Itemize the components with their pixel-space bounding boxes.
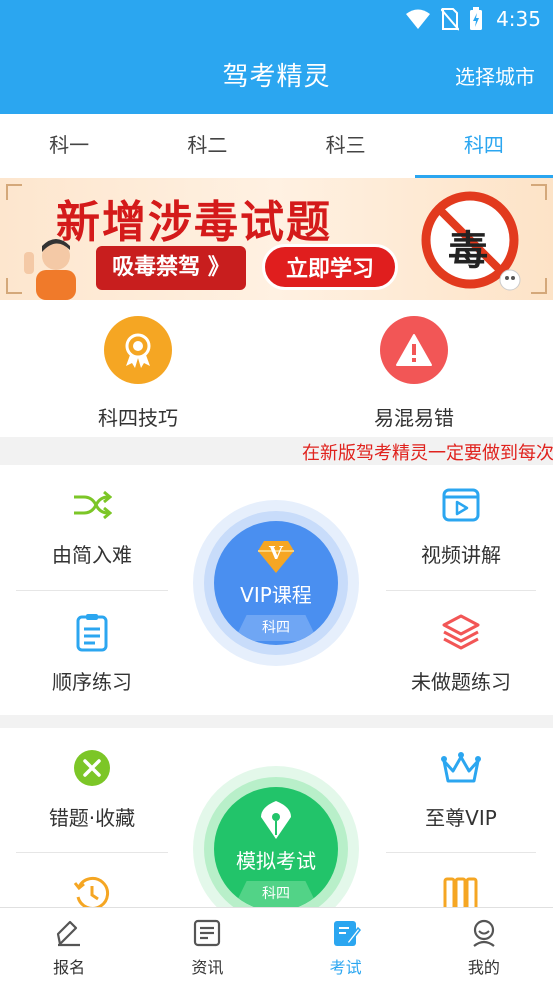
history-icon xyxy=(73,876,110,907)
status-bar: 4:35 xyxy=(0,0,553,38)
vip-course-sub: 科四 xyxy=(234,615,318,641)
banner-corner xyxy=(531,278,547,294)
vip-ring: V VIP课程 科四 xyxy=(204,511,348,655)
crown-icon xyxy=(441,752,481,783)
tip-circle xyxy=(104,316,172,384)
tip-item-confusing[interactable]: 易混易错 xyxy=(334,316,494,431)
easy-to-hard-item[interactable]: 由简入难 xyxy=(12,485,172,568)
video-icon xyxy=(442,488,480,522)
item-label: 错题·收藏 xyxy=(48,806,136,830)
tip-label: 科四技巧 xyxy=(98,406,178,430)
history-item[interactable] xyxy=(12,874,172,907)
promo-banner[interactable]: 新增涉毒试题 吸毒禁驾 》 立即学习 毒 xyxy=(0,178,553,300)
user-icon xyxy=(473,919,495,947)
banner-tag: 吸毒禁驾 》 xyxy=(96,246,246,290)
exam-core: 模拟考试 科四 xyxy=(214,787,338,907)
vip-badge-text: V xyxy=(269,543,283,564)
tips-section: 科四技巧 易混易错 xyxy=(0,300,553,437)
tab-subject-2[interactable]: 科二 xyxy=(138,114,276,178)
books-icon xyxy=(443,877,478,907)
person-illustration-icon xyxy=(24,239,76,300)
supreme-vip-item[interactable]: 至尊VIP xyxy=(381,748,541,831)
vip-course-label: VIP课程 xyxy=(240,583,312,607)
vip-course-button[interactable]: V VIP课程 科四 xyxy=(193,500,359,666)
nav-item-register[interactable]: 报名 xyxy=(0,908,138,984)
tip-label: 易混易错 xyxy=(374,406,454,430)
battery-charging-icon xyxy=(470,7,482,30)
item-label: 至尊VIP xyxy=(425,806,497,830)
practice-card: 由简入难 顺序练习 视频讲解 未做题练习 V VIP课程 科四 xyxy=(0,465,553,715)
warning-icon xyxy=(396,334,432,366)
pen-nib-icon xyxy=(261,801,291,839)
nav-label: 我的 xyxy=(467,958,500,977)
clipboard-icon xyxy=(76,614,108,652)
learn-now-button[interactable]: 立即学习 xyxy=(262,244,398,290)
item-label: 顺序练习 xyxy=(52,670,132,694)
mock-exam-button[interactable]: 模拟考试 科四 xyxy=(193,766,359,907)
bottom-nav: 报名 资讯 考试 我的 xyxy=(0,907,553,984)
exam-ring: 模拟考试 科四 xyxy=(204,777,348,907)
banner-corner xyxy=(531,184,547,200)
notice-marquee[interactable]: 在新版驾考精灵一定要做到每次 xyxy=(0,437,553,465)
notice-text: 在新版驾考精灵一定要做到每次 xyxy=(302,443,553,464)
banner-title: 新增涉毒试题 xyxy=(56,197,332,248)
app-header: 驾考精灵 选择城市 xyxy=(0,38,553,114)
layers-icon xyxy=(442,614,480,650)
nav-item-exam[interactable]: 考试 xyxy=(277,908,415,984)
medal-icon xyxy=(125,333,151,368)
sequential-practice-item[interactable]: 顺序练习 xyxy=(12,612,172,695)
banner-corner xyxy=(6,184,22,200)
exam-icon xyxy=(333,921,361,946)
divider xyxy=(386,590,536,591)
status-icons xyxy=(405,6,483,32)
nav-item-me[interactable]: 我的 xyxy=(415,908,553,984)
vip-core: V VIP课程 科四 xyxy=(214,521,338,645)
tip-circle xyxy=(380,316,448,384)
divider xyxy=(16,590,168,591)
banner-badge-char: 毒 xyxy=(448,227,488,274)
mock-exam-label: 模拟考试 xyxy=(236,849,316,873)
video-explain-item[interactable]: 视频讲解 xyxy=(381,485,541,568)
pen-icon xyxy=(57,920,81,947)
wifi-icon xyxy=(406,9,430,29)
item-label: 由简入难 xyxy=(52,543,132,567)
close-circle-icon xyxy=(74,750,110,786)
item-label: 未做题练习 xyxy=(411,670,511,694)
no-sim-icon xyxy=(441,8,459,31)
unanswered-practice-item[interactable]: 未做题练习 xyxy=(381,612,541,695)
item-label: 视频讲解 xyxy=(421,543,501,567)
shuffle-icon xyxy=(74,490,112,520)
nav-label: 资讯 xyxy=(191,958,224,977)
nav-label: 考试 xyxy=(329,958,362,977)
divider xyxy=(386,852,536,853)
mock-exam-sub: 科四 xyxy=(234,881,318,907)
mistakes-favorites-item[interactable]: 错题·收藏 xyxy=(12,748,172,831)
tab-subject-4[interactable]: 科四 xyxy=(414,114,553,178)
exam-card: 错题·收藏 至尊VIP 模拟考试 科四 xyxy=(0,728,553,907)
books-item[interactable] xyxy=(381,874,541,907)
divider xyxy=(16,852,168,853)
status-time: 4:35 xyxy=(496,7,541,31)
tab-subject-1[interactable]: 科一 xyxy=(0,114,138,178)
nav-item-news[interactable]: 资讯 xyxy=(138,908,276,984)
select-city-button[interactable]: 选择城市 xyxy=(455,61,535,90)
news-icon xyxy=(194,919,221,947)
tab-subject-3[interactable]: 科三 xyxy=(277,114,415,178)
subject-tabs: 科一 科二 科三 科四 xyxy=(0,114,553,178)
nav-label: 报名 xyxy=(53,958,86,977)
tip-item-skills[interactable]: 科四技巧 xyxy=(58,316,218,431)
